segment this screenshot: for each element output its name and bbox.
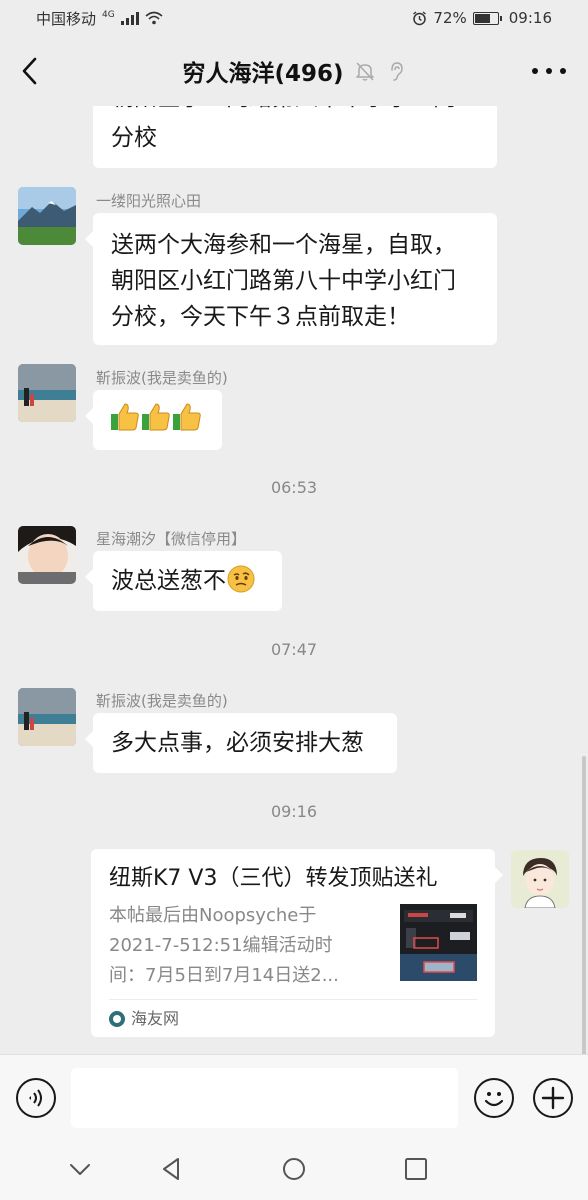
message-bubble[interactable]: 送两个大海参和一个海星，自取， 朝阳区小红门路第八十中学小红门 分校，今天下午３… <box>85 213 497 345</box>
link-card-desc-line: 2021-7-512:51编辑活动时 <box>109 935 333 956</box>
message-text-line: 分校，今天下午３点前取走！ <box>111 304 410 330</box>
clock: 09:16 <box>508 9 552 27</box>
link-card-title: 纽斯K7 V3（三代）转发顶贴送礼 <box>109 866 438 891</box>
avatar[interactable] <box>18 364 76 422</box>
status-left: 中国移动 4G <box>36 8 163 29</box>
battery-percent: 72% <box>433 9 467 27</box>
avatar[interactable] <box>18 688 76 746</box>
message-text-line: 分校 <box>111 125 157 151</box>
sender-name: 一缕阳光照心田 <box>96 192 202 210</box>
more-horizontal-icon[interactable] <box>532 56 566 86</box>
link-card-desc-line: 本帖最后由Noopsyche于 <box>109 905 317 926</box>
title-wrap: 穷人海洋(496) <box>182 54 405 88</box>
timestamp: 06:53 <box>270 478 318 497</box>
status-right: 72% 09:16 <box>412 9 552 27</box>
battery-icon <box>472 11 502 25</box>
link-card-thumbnail <box>400 904 477 981</box>
chat-header: 穷人海洋(496) <box>0 36 588 106</box>
ear-icon <box>390 62 403 81</box>
network-type: 4G <box>102 9 115 20</box>
scrollbar[interactable] <box>582 756 586 1054</box>
plus-icon[interactable] <box>533 1078 573 1118</box>
site-logo-icon <box>109 1011 125 1027</box>
voice-icon[interactable] <box>16 1078 56 1118</box>
message-bubble[interactable]: 多大点事，必须安排大葱 <box>85 713 397 773</box>
square-recents-icon[interactable] <box>401 1154 431 1184</box>
sender-name: 靳振波(我是卖鱼的) <box>96 369 228 387</box>
thumbs-up-icon <box>109 400 205 446</box>
system-nav-bar <box>0 1138 588 1200</box>
status-bar: 中国移动 4G 72% 09:16 <box>0 0 588 36</box>
message-text-line: 朝阳区小红门路第八十中学小红门 <box>111 268 456 294</box>
wifi-icon <box>145 11 163 25</box>
circle-home-icon[interactable] <box>279 1154 309 1184</box>
chat-area[interactable]: 朝阳区小红门路第八十中学小红门 分校 一缕阳光照心田 送两个大海参和一个海星，自… <box>0 106 588 1054</box>
link-card-divider <box>109 999 477 1000</box>
thinking-face-icon <box>227 565 255 593</box>
message-bubble[interactable] <box>85 390 222 450</box>
message-input[interactable] <box>71 1068 458 1128</box>
triangle-back-icon[interactable] <box>156 1154 186 1184</box>
signal-icon <box>120 11 139 25</box>
link-card-source-name: 海友网 <box>131 1009 180 1028</box>
avatar[interactable] <box>18 526 76 584</box>
message-text: 波总送葱不 <box>111 568 226 594</box>
link-card-source: 海友网 <box>109 1005 179 1033</box>
message-bubble[interactable]: 朝阳区小红门路第八十中学小红门 分校 <box>93 106 497 168</box>
bell-off-icon <box>355 62 374 81</box>
carrier-label: 中国移动 <box>36 9 97 28</box>
message-bubble[interactable]: 波总送葱不 <box>85 551 282 611</box>
avatar[interactable] <box>18 187 76 245</box>
sender-name: 靳振波(我是卖鱼的) <box>96 692 228 710</box>
timestamp: 07:47 <box>270 640 318 659</box>
chat-title: 穷人海洋(496) <box>182 61 344 87</box>
alarm-icon <box>413 10 427 25</box>
link-card-desc-line: 间：7月5日到7月14日送2... <box>109 965 339 986</box>
message-text: 多大点事，必须安排大葱 <box>111 730 364 756</box>
message-text-line: 朝阳区小红门路第八十中学小红门 <box>111 106 479 118</box>
chevron-left-icon[interactable] <box>16 54 44 88</box>
input-bar <box>0 1054 588 1138</box>
timestamp: 09:16 <box>270 802 318 821</box>
chevron-down-icon[interactable] <box>65 1154 95 1184</box>
link-card[interactable]: 纽斯K7 V3（三代）转发顶贴送礼 本帖最后由Noopsyche于 2021-7… <box>91 849 503 1037</box>
battery-fill <box>474 13 490 23</box>
message-text-line: 送两个大海参和一个海星，自取， <box>111 232 456 258</box>
sender-name: 星海潮汐【微信停用】 <box>96 530 247 548</box>
link-card-description: 本帖最后由Noopsyche于 2021-7-512:51编辑活动时 间：7月5… <box>109 901 377 991</box>
avatar-self[interactable] <box>511 850 569 908</box>
smile-icon[interactable] <box>474 1078 514 1118</box>
